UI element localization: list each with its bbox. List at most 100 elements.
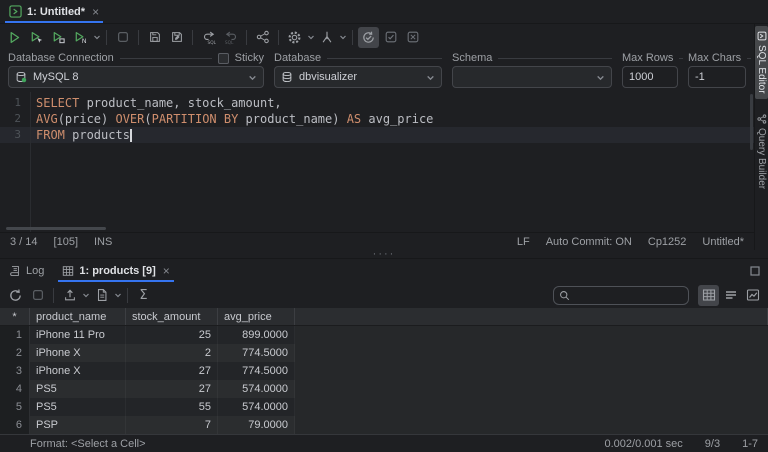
- cell-stock_amount[interactable]: 55: [126, 398, 218, 416]
- stop-button[interactable]: [112, 27, 133, 48]
- formatter-button[interactable]: [316, 27, 337, 48]
- column-header-product_name[interactable]: product_name: [30, 308, 126, 325]
- redo-sql-button[interactable]: SQL: [220, 27, 241, 48]
- column-header-rownum[interactable]: *: [0, 308, 30, 325]
- chart-view-button[interactable]: [742, 285, 763, 306]
- editor-line[interactable]: 2AVG(price) OVER(PARTITION BY product_na…: [0, 111, 754, 127]
- aggregate-sum-button[interactable]: Σ: [133, 285, 154, 306]
- max-chars-label: Max Chars: [688, 52, 741, 64]
- formatter-chevron-icon[interactable]: [338, 27, 347, 48]
- execute-button[interactable]: [4, 27, 25, 48]
- undo-sql-button[interactable]: SQL: [198, 27, 219, 48]
- save-button[interactable]: [144, 27, 165, 48]
- cell-stock_amount[interactable]: 27: [126, 362, 218, 380]
- code-text: FROM products: [30, 127, 132, 143]
- table-row[interactable]: 5PS555574.0000: [0, 398, 768, 416]
- result-grid-icon: [62, 265, 74, 277]
- database-icon: [281, 71, 293, 83]
- commit-button[interactable]: [380, 27, 401, 48]
- execute-buffer-button[interactable]: [48, 27, 69, 48]
- toolbar-separator: [106, 30, 107, 45]
- row-number[interactable]: 3: [0, 362, 30, 380]
- export-button[interactable]: [59, 285, 80, 306]
- result-toolbar: Σ: [0, 282, 768, 308]
- sql-editor[interactable]: 1SELECT product_name, stock_amount,2AVG(…: [0, 92, 754, 232]
- auto-commit-toggle-button[interactable]: [358, 27, 379, 48]
- editor-line[interactable]: 1SELECT product_name, stock_amount,: [0, 95, 754, 111]
- splitter-handle[interactable]: ····: [373, 252, 396, 256]
- cell-product_name[interactable]: PS5: [30, 380, 126, 398]
- cell-avg_price[interactable]: 774.5000: [218, 362, 295, 380]
- cell-stock_amount[interactable]: 7: [126, 416, 218, 434]
- export-chevron-icon[interactable]: [81, 285, 90, 306]
- reload-grid-button[interactable]: [5, 285, 26, 306]
- max-rows-input[interactable]: [622, 66, 678, 88]
- sql-commander-icon: [9, 5, 22, 18]
- connection-dropdown[interactable]: MySQL 8: [8, 66, 264, 88]
- line-ending[interactable]: LF: [517, 236, 530, 248]
- toolbar-separator: [192, 30, 193, 45]
- execute-explain-button[interactable]: N: [70, 27, 91, 48]
- table-row[interactable]: 4PS527574.0000: [0, 380, 768, 398]
- cell-product_name[interactable]: PSP: [30, 416, 126, 434]
- row-number[interactable]: 2: [0, 344, 30, 362]
- grid-search-box[interactable]: [553, 286, 689, 305]
- table-row[interactable]: 1iPhone 11 Pro25899.0000: [0, 326, 768, 344]
- close-icon[interactable]: ×: [92, 6, 99, 18]
- execute-options-chevron-icon[interactable]: [92, 27, 101, 48]
- maximize-panel-button[interactable]: [750, 266, 760, 276]
- document-button[interactable]: [91, 285, 112, 306]
- table-row[interactable]: 6PSP779.0000: [0, 416, 768, 434]
- horizontal-scrollbar[interactable]: [6, 227, 106, 230]
- row-number[interactable]: 5: [0, 398, 30, 416]
- grid-view-button[interactable]: [698, 285, 719, 306]
- cell-avg_price[interactable]: 774.5000: [218, 344, 295, 362]
- rollback-button[interactable]: [402, 27, 423, 48]
- cell-avg_price[interactable]: 574.0000: [218, 398, 295, 416]
- dbvisualizer-window: 1: Untitled* × N SQL SQL: [0, 0, 768, 452]
- tab-untitled[interactable]: 1: Untitled* ×: [0, 0, 108, 23]
- schema-dropdown[interactable]: [452, 66, 612, 88]
- row-number[interactable]: 6: [0, 416, 30, 434]
- share-button[interactable]: [252, 27, 273, 48]
- row-number[interactable]: 1: [0, 326, 30, 344]
- tab-products-result[interactable]: 1: products [9] ×: [53, 259, 178, 282]
- cell-stock_amount[interactable]: 2: [126, 344, 218, 362]
- settings-button[interactable]: [284, 27, 305, 48]
- max-chars-group-header: Max Chars: [688, 50, 746, 66]
- cell-product_name[interactable]: iPhone 11 Pro: [30, 326, 126, 344]
- text-view-button[interactable]: [720, 285, 741, 306]
- search-input[interactable]: [574, 289, 683, 301]
- cell-stock_amount[interactable]: 27: [126, 380, 218, 398]
- cell-product_name[interactable]: PS5: [30, 398, 126, 416]
- max-chars-input[interactable]: [688, 66, 746, 88]
- sticky-checkbox[interactable]: [218, 53, 229, 64]
- auto-commit-status[interactable]: Auto Commit: ON: [546, 236, 632, 248]
- close-icon[interactable]: ×: [163, 265, 170, 277]
- cell-avg_price[interactable]: 899.0000: [218, 326, 295, 344]
- stop-grid-button[interactable]: [27, 285, 48, 306]
- chevron-down-icon: [426, 73, 435, 82]
- save-as-button[interactable]: [166, 27, 187, 48]
- encoding[interactable]: Cp1252: [648, 236, 687, 248]
- cell-product_name[interactable]: iPhone X: [30, 344, 126, 362]
- editor-line[interactable]: 3FROM products: [0, 127, 754, 143]
- vertical-scrollbar[interactable]: [750, 94, 753, 150]
- cell-product_name[interactable]: iPhone X: [30, 362, 126, 380]
- row-number[interactable]: 4: [0, 380, 30, 398]
- tab-query-builder[interactable]: Query Builder: [755, 109, 768, 194]
- document-chevron-icon[interactable]: [113, 285, 122, 306]
- cell-avg_price[interactable]: 574.0000: [218, 380, 295, 398]
- column-header-avg_price[interactable]: avg_price: [218, 308, 295, 325]
- table-row[interactable]: 3iPhone X27774.5000: [0, 362, 768, 380]
- cell-avg_price[interactable]: 79.0000: [218, 416, 295, 434]
- settings-chevron-icon[interactable]: [306, 27, 315, 48]
- database-dropdown[interactable]: dbvisualizer: [274, 66, 442, 88]
- table-row[interactable]: 2iPhone X2774.5000: [0, 344, 768, 362]
- tab-log[interactable]: Log: [0, 259, 53, 282]
- cell-stock_amount[interactable]: 25: [126, 326, 218, 344]
- panel-splitter[interactable]: ····: [0, 250, 768, 258]
- column-header-stock_amount[interactable]: stock_amount: [126, 308, 218, 325]
- tab-sql-editor[interactable]: SQL Editor: [755, 26, 768, 99]
- execute-current-button[interactable]: [26, 27, 47, 48]
